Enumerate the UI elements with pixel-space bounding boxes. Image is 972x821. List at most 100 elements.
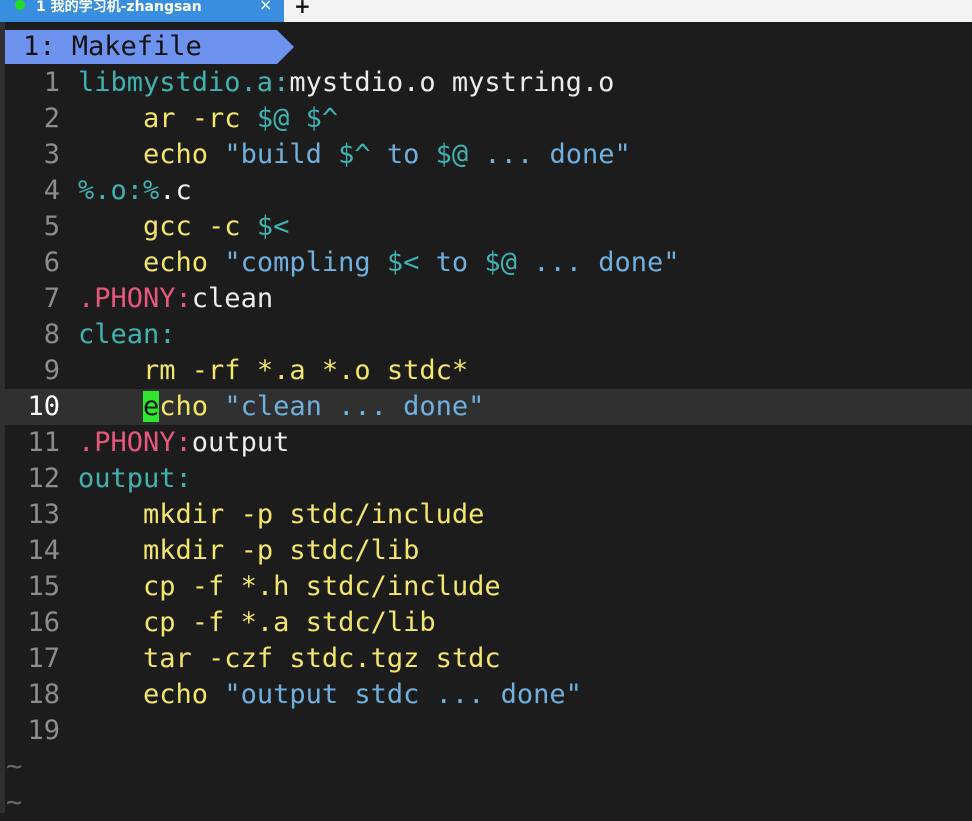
line-text: libmystdio.a:mystdio.o mystring.o — [78, 65, 614, 101]
line-number: 13 — [27, 499, 60, 530]
code-line[interactable]: 3 echo "build $^ to $@ ... done" — [0, 137, 972, 173]
line-text: echo "output stdc ... done" — [78, 677, 582, 713]
line-text: mkdir -p stdc/include — [78, 497, 484, 533]
line-number: 7 — [43, 283, 60, 314]
code-token: ... done" — [468, 139, 631, 170]
line-text: tar -czf stdc.tgz stdc — [78, 641, 501, 677]
line-number: 2 — [43, 103, 60, 134]
code-token: tar -czf stdc.tgz stdc — [143, 643, 501, 674]
line-text: %.o:%.c — [78, 173, 192, 209]
code-token: echo — [143, 247, 225, 278]
line-text: cp -f *.a stdc/lib — [78, 605, 436, 641]
code-line[interactable]: 1 libmystdio.a:mystdio.o mystring.o — [0, 65, 972, 101]
code-token: cp -f *.a stdc/lib — [143, 607, 436, 638]
tab-strip: 1 我的学习机-zhangsan × + — [0, 0, 972, 22]
code-token: mystdio.o mystring.o — [289, 67, 615, 98]
line-number: 14 — [27, 535, 60, 566]
code-token: "build — [224, 139, 339, 170]
code-token: $< — [256, 211, 290, 242]
code-token: $^ — [338, 139, 371, 170]
code-token: $@ — [435, 139, 469, 170]
code-token: echo — [143, 139, 225, 170]
code-line[interactable]: 7 .PHONY:clean — [0, 281, 972, 317]
buffer-tab-label[interactable]: 1: Makefile — [23, 32, 202, 62]
line-text: echo "compling $< to $@ ... done" — [78, 245, 680, 281]
line-number: 11 — [27, 427, 60, 458]
code-line[interactable]: 4 %.o:%.c — [0, 173, 972, 209]
code-token: mkdir -p stdc/lib — [143, 535, 420, 566]
tab-title: 1 我的学习机-zhangsan — [36, 0, 202, 15]
code-line[interactable]: 15 cp -f *.h stdc/include — [0, 569, 972, 605]
code-token: %.o:% — [78, 175, 160, 206]
close-tab-icon[interactable]: × — [259, 0, 272, 14]
code-token: libmystdio.a: — [78, 67, 290, 98]
code-line[interactable]: 5 gcc -c $< — [0, 209, 972, 245]
line-number: 3 — [43, 139, 60, 170]
code-line[interactable]: 8 clean: — [0, 317, 972, 353]
line-number: 15 — [27, 571, 60, 602]
code-token: .PHONY: — [78, 427, 192, 458]
code-line[interactable]: 11 .PHONY:output — [0, 425, 972, 461]
tilde-marker: ~ — [6, 751, 23, 782]
line-number: 9 — [43, 355, 60, 386]
line-number: 18 — [27, 679, 60, 710]
code-token: .PHONY: — [78, 283, 192, 314]
code-token: cp -f *.h stdc/include — [143, 571, 501, 602]
line-text: ar -rc $@ $^ — [78, 101, 338, 137]
line-number: 1 — [43, 67, 60, 98]
empty-line: ~ — [0, 785, 972, 821]
line-text: output: — [78, 461, 192, 497]
code-line[interactable]: 19 — [0, 713, 972, 749]
code-token: $@ $^ — [256, 103, 339, 134]
code-token: rm -rf *.a *.o stdc* — [143, 355, 469, 386]
code-token: $< — [386, 247, 420, 278]
code-token: to — [419, 247, 485, 278]
code-line[interactable]: 16 cp -f *.a stdc/lib — [0, 605, 972, 641]
code-line[interactable]: 13 mkdir -p stdc/include — [0, 497, 972, 533]
line-text: echo "clean ... done" — [78, 389, 484, 425]
code-line[interactable]: 2 ar -rc $@ $^ — [0, 101, 972, 137]
terminal-tab[interactable]: 1 我的学习机-zhangsan × — [0, 0, 284, 22]
code-line[interactable]: 18 echo "output stdc ... done" — [0, 677, 972, 713]
editor-buffer[interactable]: 1 libmystdio.a:mystdio.o mystring.o 2 ar -… — [0, 65, 972, 821]
code-token: .c — [159, 175, 192, 206]
line-text: mkdir -p stdc/lib — [78, 533, 419, 569]
code-token: "output stdc ... done" — [224, 679, 582, 710]
line-text: gcc -c $< — [78, 209, 289, 245]
line-number: 6 — [43, 247, 60, 278]
line-text: clean: — [78, 317, 176, 353]
line-number: 8 — [43, 319, 60, 350]
code-token: ... done" — [516, 247, 680, 278]
line-number: 10 — [27, 391, 60, 422]
code-token: "clean ... done" — [224, 391, 485, 422]
line-text: cp -f *.h stdc/include — [78, 569, 501, 605]
code-token: mkdir -p stdc/include — [143, 499, 485, 530]
code-line[interactable]: 6 echo "compling $< to $@ ... done" — [0, 245, 972, 281]
code-token: ar -rc — [143, 103, 257, 134]
code-token: echo — [143, 679, 225, 710]
code-line[interactable]: 14 mkdir -p stdc/lib — [0, 533, 972, 569]
code-token: $@ — [484, 247, 517, 278]
code-line[interactable]: 9 rm -rf *.a *.o stdc* — [0, 353, 972, 389]
empty-line: ~ — [0, 749, 972, 785]
code-token: "compling — [224, 247, 387, 278]
line-number: 5 — [43, 211, 60, 242]
connection-status-icon — [15, 0, 25, 10]
cursor-line[interactable]: 10 echo "clean ... done" — [0, 389, 972, 425]
code-line[interactable]: 17 tar -czf stdc.tgz stdc — [0, 641, 972, 677]
new-tab-button[interactable]: + — [294, 0, 311, 18]
code-token: cho — [159, 391, 225, 422]
line-number: 19 — [27, 715, 60, 746]
terminal-area[interactable]: 1: Makefile 1 libmystdio.a:mystdio.o myst… — [0, 22, 972, 818]
code-line[interactable]: 12 output: — [0, 461, 972, 497]
bufferline: 1: Makefile — [5, 30, 972, 64]
